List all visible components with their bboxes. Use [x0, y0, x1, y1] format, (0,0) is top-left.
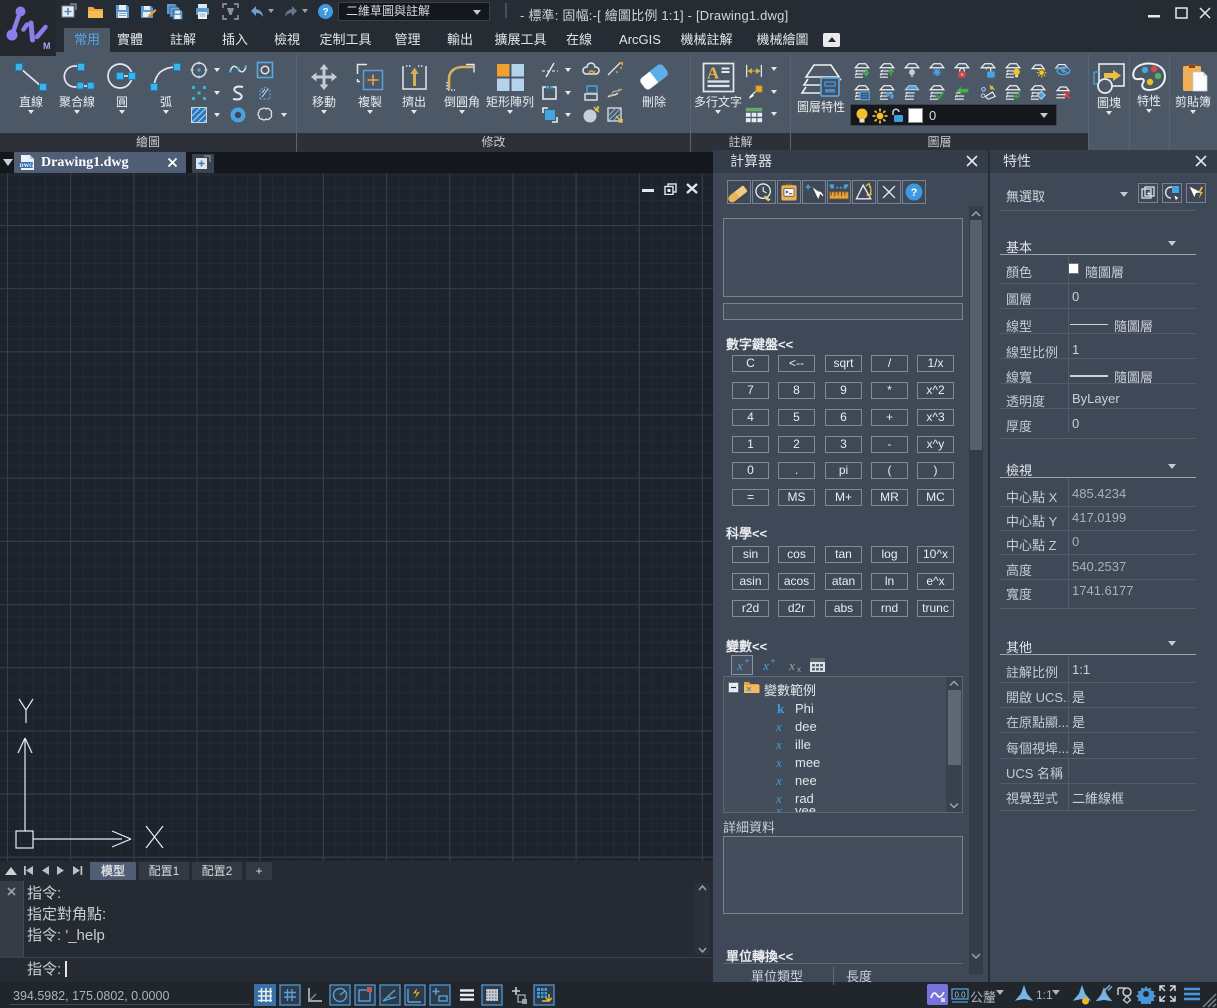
svg-text:x: x	[762, 658, 769, 673]
svg-text:+: +	[744, 656, 749, 666]
svg-text:M: M	[43, 41, 51, 51]
svg-text:x: x	[788, 658, 795, 673]
svg-text:DWG: DWG	[20, 163, 34, 169]
svg-text:?: ?	[911, 187, 918, 199]
svg-text:x: x	[797, 665, 801, 674]
svg-text:0.0: 0.0	[954, 991, 966, 1000]
svg-text:A: A	[706, 64, 719, 83]
svg-text:x: x	[736, 658, 743, 673]
svg-text:+: +	[770, 656, 775, 666]
svg-text:?: ?	[322, 7, 328, 18]
